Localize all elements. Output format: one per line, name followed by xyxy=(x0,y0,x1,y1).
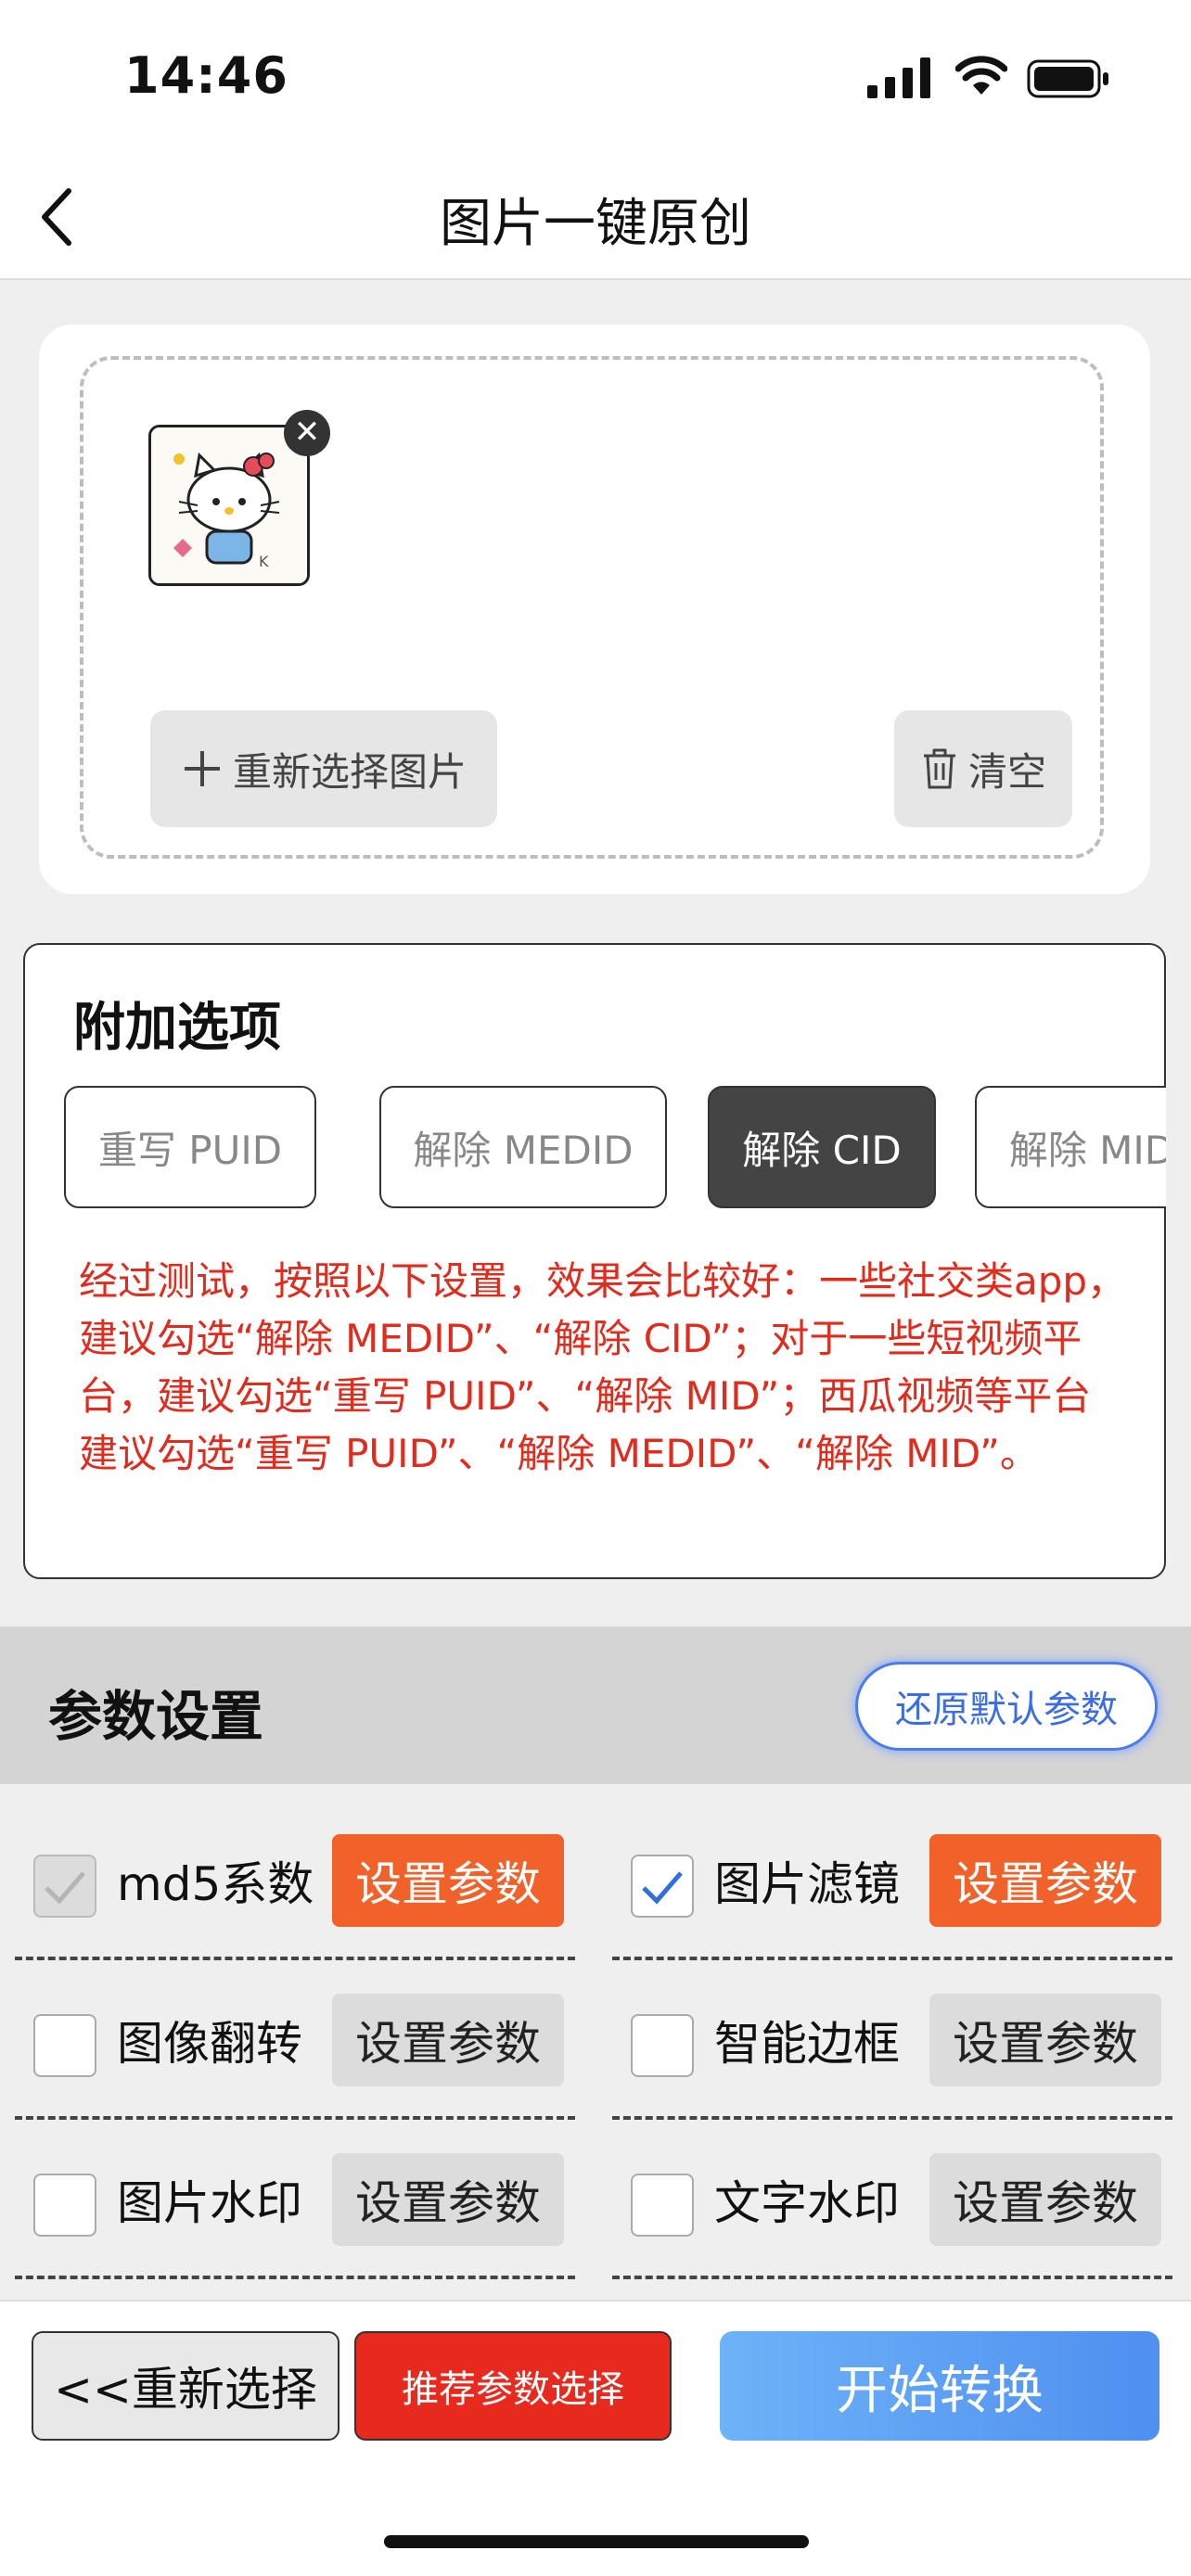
selected-image-thumbnail[interactable]: K xyxy=(148,425,310,586)
param-border: 智能边框 设置参数 xyxy=(597,1971,1172,2131)
home-indicator xyxy=(384,2535,809,2548)
reselect-image-button[interactable]: 重新选择图片 xyxy=(150,710,497,827)
divider xyxy=(612,2276,1172,2279)
flip-checkbox[interactable] xyxy=(33,2014,96,2077)
border-checkbox[interactable] xyxy=(631,2014,694,2077)
reselect-image-label: 重新选择图片 xyxy=(232,748,467,795)
battery-icon xyxy=(1027,59,1108,98)
extra-options-title: 附加选项 xyxy=(73,998,281,1058)
divider xyxy=(612,2116,1172,2120)
param-image-watermark: 图片水印 设置参数 xyxy=(0,2131,575,2290)
filter-label: 图片滤镜 xyxy=(714,1857,900,1911)
md5-set-params-button[interactable]: 设置参数 xyxy=(332,1834,564,1927)
start-convert-button[interactable]: 开始转换 xyxy=(720,2331,1159,2441)
divider xyxy=(15,2276,575,2279)
plus-icon xyxy=(184,751,220,786)
param-filter: 图片滤镜 设置参数 xyxy=(597,1812,1172,1971)
chip-remove-cid[interactable]: 解除 CID xyxy=(708,1086,936,1208)
chip-rewrite-puid[interactable]: 重写 PUID xyxy=(64,1086,316,1208)
image-watermark-checkbox[interactable] xyxy=(33,2174,96,2237)
status-bar: 14:46 xyxy=(0,0,1191,158)
cellular-signal-icon xyxy=(867,57,930,98)
svg-text:K: K xyxy=(259,553,269,570)
restore-defaults-button[interactable]: 还原默认参数 xyxy=(855,1662,1158,1751)
divider xyxy=(15,2116,575,2120)
wifi-icon xyxy=(955,56,1007,95)
params-title: 参数设置 xyxy=(48,1685,264,1748)
divider xyxy=(612,1957,1172,1960)
filter-set-params-button[interactable]: 设置参数 xyxy=(929,1834,1161,1927)
param-text-watermark: 文字水印 设置参数 xyxy=(597,2131,1172,2290)
params-header: 参数设置 还原默认参数 xyxy=(0,1626,1191,1784)
upload-card: K ✕ 重新选择图片 清空 xyxy=(39,325,1150,894)
params-row-1: md5系数 设置参数 图片滤镜 设置参数 xyxy=(0,1812,1191,1971)
chip-remove-medid[interactable]: 解除 MEDID xyxy=(379,1086,667,1208)
params-row-2: 图像翻转 设置参数 智能边框 设置参数 xyxy=(0,1971,1191,2131)
extra-options-card: 附加选项 重写 PUID 解除 MEDID 解除 CID 解除 MID 经过测试… xyxy=(23,943,1166,1579)
recommend-params-button[interactable]: 推荐参数选择 xyxy=(354,2331,672,2441)
trash-icon xyxy=(923,748,955,789)
chip-remove-mid[interactable]: 解除 MID xyxy=(975,1086,1166,1208)
status-time: 14:46 xyxy=(124,46,288,105)
flip-set-params-button[interactable]: 设置参数 xyxy=(332,1994,564,2086)
home-indicator-area xyxy=(0,2470,1191,2576)
nav-bar: 图片一键原创 xyxy=(0,158,1191,280)
md5-checkbox[interactable] xyxy=(33,1855,96,1918)
reselect-button[interactable]: <<重新选择 xyxy=(32,2331,339,2441)
page-title: 图片一键原创 xyxy=(440,194,751,254)
clear-button[interactable]: 清空 xyxy=(894,710,1072,827)
border-label: 智能边框 xyxy=(714,2017,900,2071)
remove-image-close-icon[interactable]: ✕ xyxy=(284,410,330,456)
param-md5: md5系数 设置参数 xyxy=(0,1812,575,1971)
param-flip: 图像翻转 设置参数 xyxy=(0,1971,575,2131)
checkmark-icon xyxy=(45,1871,85,1905)
flip-label: 图像翻转 xyxy=(117,2017,302,2071)
checkmark-icon xyxy=(642,1871,683,1905)
image-watermark-set-params-button[interactable]: 设置参数 xyxy=(332,2153,564,2246)
params-row-3: 图片水印 设置参数 文字水印 设置参数 xyxy=(0,2131,1191,2290)
bottom-action-bar: <<重新选择 推荐参数选择 开始转换 xyxy=(0,2300,1191,2472)
filter-checkbox[interactable] xyxy=(631,1855,694,1918)
border-set-params-button[interactable]: 设置参数 xyxy=(929,1994,1161,2086)
divider xyxy=(15,1957,575,1960)
option-chips: 重写 PUID 解除 MEDID 解除 CID 解除 MID xyxy=(64,1086,1166,1210)
text-watermark-label: 文字水印 xyxy=(714,2176,900,2230)
md5-label: md5系数 xyxy=(117,1857,314,1911)
text-watermark-set-params-button[interactable]: 设置参数 xyxy=(929,2153,1161,2246)
hello-kitty-sketch-image: K xyxy=(151,427,307,583)
options-recommendation-note: 经过测试，按照以下设置，效果会比较好：一些社交类app，建议勾选“解除 MEDI… xyxy=(79,1258,1127,1476)
clear-label: 清空 xyxy=(967,748,1046,795)
image-watermark-label: 图片水印 xyxy=(117,2176,302,2230)
text-watermark-checkbox[interactable] xyxy=(631,2174,694,2237)
